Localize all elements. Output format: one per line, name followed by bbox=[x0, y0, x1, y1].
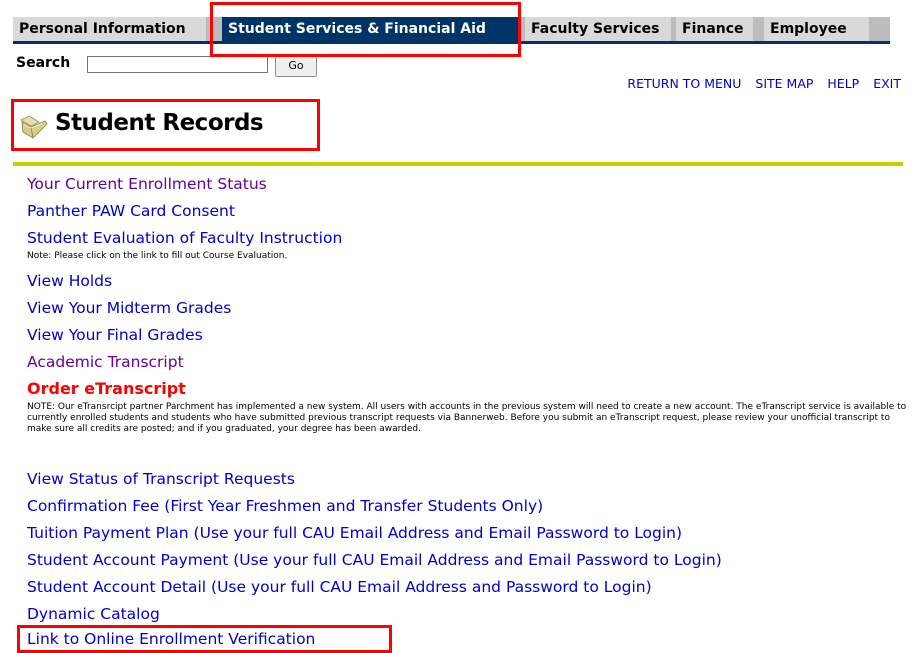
student-evaluation-link[interactable]: Student Evaluation of Faculty Instructio… bbox=[27, 229, 342, 247]
top-navigation: RETURN TO MENU SITE MAP HELP EXIT bbox=[617, 76, 901, 91]
tab-employee[interactable]: Employee bbox=[764, 17, 869, 41]
evaluation-note: Note: Please click on the link to fill o… bbox=[27, 251, 288, 261]
site-map-link[interactable]: SITE MAP bbox=[755, 76, 813, 91]
go-button[interactable]: Go bbox=[275, 56, 317, 77]
highlight-box-enrollment-verification bbox=[17, 625, 392, 653]
academic-transcript-link[interactable]: Academic Transcript bbox=[27, 353, 184, 371]
header-divider bbox=[13, 162, 903, 166]
confirmation-fee-link[interactable]: Confirmation Fee (First Year Freshmen an… bbox=[27, 497, 543, 515]
view-holds-link[interactable]: View Holds bbox=[27, 272, 112, 290]
your-current-enrollment-status-link[interactable]: Your Current Enrollment Status bbox=[27, 175, 267, 193]
student-account-payment-link[interactable]: Student Account Payment (Use your full C… bbox=[27, 551, 722, 569]
view-transcript-requests-link[interactable]: View Status of Transcript Requests bbox=[27, 470, 295, 488]
view-midterm-grades-link[interactable]: View Your Midterm Grades bbox=[27, 299, 231, 317]
tab-faculty-services[interactable]: Faculty Services bbox=[525, 17, 671, 41]
tab-personal-information[interactable]: Personal Information bbox=[13, 17, 206, 41]
highlight-box-title bbox=[11, 99, 320, 151]
help-link[interactable]: HELP bbox=[827, 76, 859, 91]
exit-link[interactable]: EXIT bbox=[873, 76, 901, 91]
search-label: Search bbox=[16, 55, 71, 71]
search-input[interactable] bbox=[87, 56, 268, 73]
order-etranscript-link[interactable]: Order eTranscript bbox=[27, 379, 186, 398]
highlight-box-tab bbox=[210, 2, 521, 57]
tab-finance[interactable]: Finance bbox=[676, 17, 753, 41]
view-final-grades-link[interactable]: View Your Final Grades bbox=[27, 326, 203, 344]
panther-paw-card-consent-link[interactable]: Panther PAW Card Consent bbox=[27, 202, 235, 220]
student-account-detail-link[interactable]: Student Account Detail (Use your full CA… bbox=[27, 578, 652, 596]
tuition-payment-plan-link[interactable]: Tuition Payment Plan (Use your full CAU … bbox=[27, 524, 682, 542]
return-to-menu-link[interactable]: RETURN TO MENU bbox=[627, 76, 741, 91]
etranscript-note: NOTE: Our eTransrcipt partner Parchment … bbox=[27, 402, 907, 434]
dynamic-catalog-link[interactable]: Dynamic Catalog bbox=[27, 605, 160, 623]
